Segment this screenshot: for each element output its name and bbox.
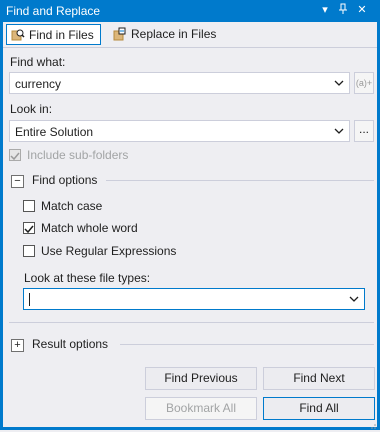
- file-types-combo[interactable]: [23, 288, 365, 310]
- window-title: Find and Replace: [6, 4, 101, 18]
- browse-folders-button[interactable]: ...: [354, 120, 374, 142]
- file-types-label: Look at these file types:: [24, 271, 151, 285]
- find-what-combo[interactable]: currency: [9, 72, 350, 94]
- title-bar[interactable]: Find and Replace ▾ ✕: [0, 0, 380, 22]
- tab-label: Replace in Files: [131, 27, 217, 41]
- match-case-label: Match case: [41, 199, 103, 213]
- match-case-checkbox[interactable]: [23, 200, 35, 212]
- resize-grip-icon[interactable]: [368, 418, 376, 429]
- find-what-value: currency: [15, 77, 62, 91]
- chevron-down-icon[interactable]: [332, 124, 346, 138]
- text-caret: [29, 293, 30, 306]
- find-next-button[interactable]: Find Next: [263, 367, 375, 390]
- find-in-files-icon: [11, 28, 25, 42]
- pin-icon[interactable]: [336, 3, 350, 17]
- look-in-combo[interactable]: Entire Solution: [9, 120, 350, 142]
- find-all-button[interactable]: Find All: [263, 397, 375, 420]
- tab-find-in-files[interactable]: Find in Files: [6, 24, 101, 45]
- result-options-expand-button[interactable]: +: [11, 339, 24, 352]
- tab-label: Find in Files: [29, 28, 94, 42]
- find-previous-button[interactable]: Find Previous: [145, 367, 257, 390]
- find-options-collapse-button[interactable]: −: [11, 175, 24, 188]
- tab-strip: Find in Files Replace in Files: [3, 22, 377, 48]
- section-divider: [9, 322, 374, 323]
- chevron-down-icon[interactable]: [332, 76, 346, 90]
- dropdown-icon[interactable]: ▾: [318, 3, 332, 17]
- use-regex-label: Use Regular Expressions: [41, 244, 177, 258]
- look-in-value: Entire Solution: [15, 125, 94, 139]
- regex-builder-button[interactable]: (a)+: [354, 72, 374, 94]
- find-what-label: Find what:: [10, 55, 66, 69]
- use-regex-checkbox[interactable]: [23, 245, 35, 257]
- include-subfolders-label: Include sub-folders: [27, 148, 129, 162]
- result-options-title: Result options: [32, 337, 109, 351]
- match-whole-word-checkbox[interactable]: [23, 222, 35, 234]
- find-options-title: Find options: [32, 173, 98, 187]
- tab-replace-in-files[interactable]: Replace in Files: [109, 24, 222, 45]
- close-icon[interactable]: ✕: [355, 3, 369, 17]
- bookmark-all-button[interactable]: Bookmark All: [145, 397, 257, 420]
- section-divider: [120, 344, 374, 345]
- chevron-down-icon[interactable]: [347, 292, 361, 306]
- look-in-label: Look in:: [10, 102, 53, 116]
- match-whole-word-label: Match whole word: [41, 221, 138, 235]
- include-subfolders-checkbox[interactable]: [9, 149, 21, 161]
- replace-in-files-icon: [113, 27, 127, 41]
- section-divider: [106, 180, 374, 181]
